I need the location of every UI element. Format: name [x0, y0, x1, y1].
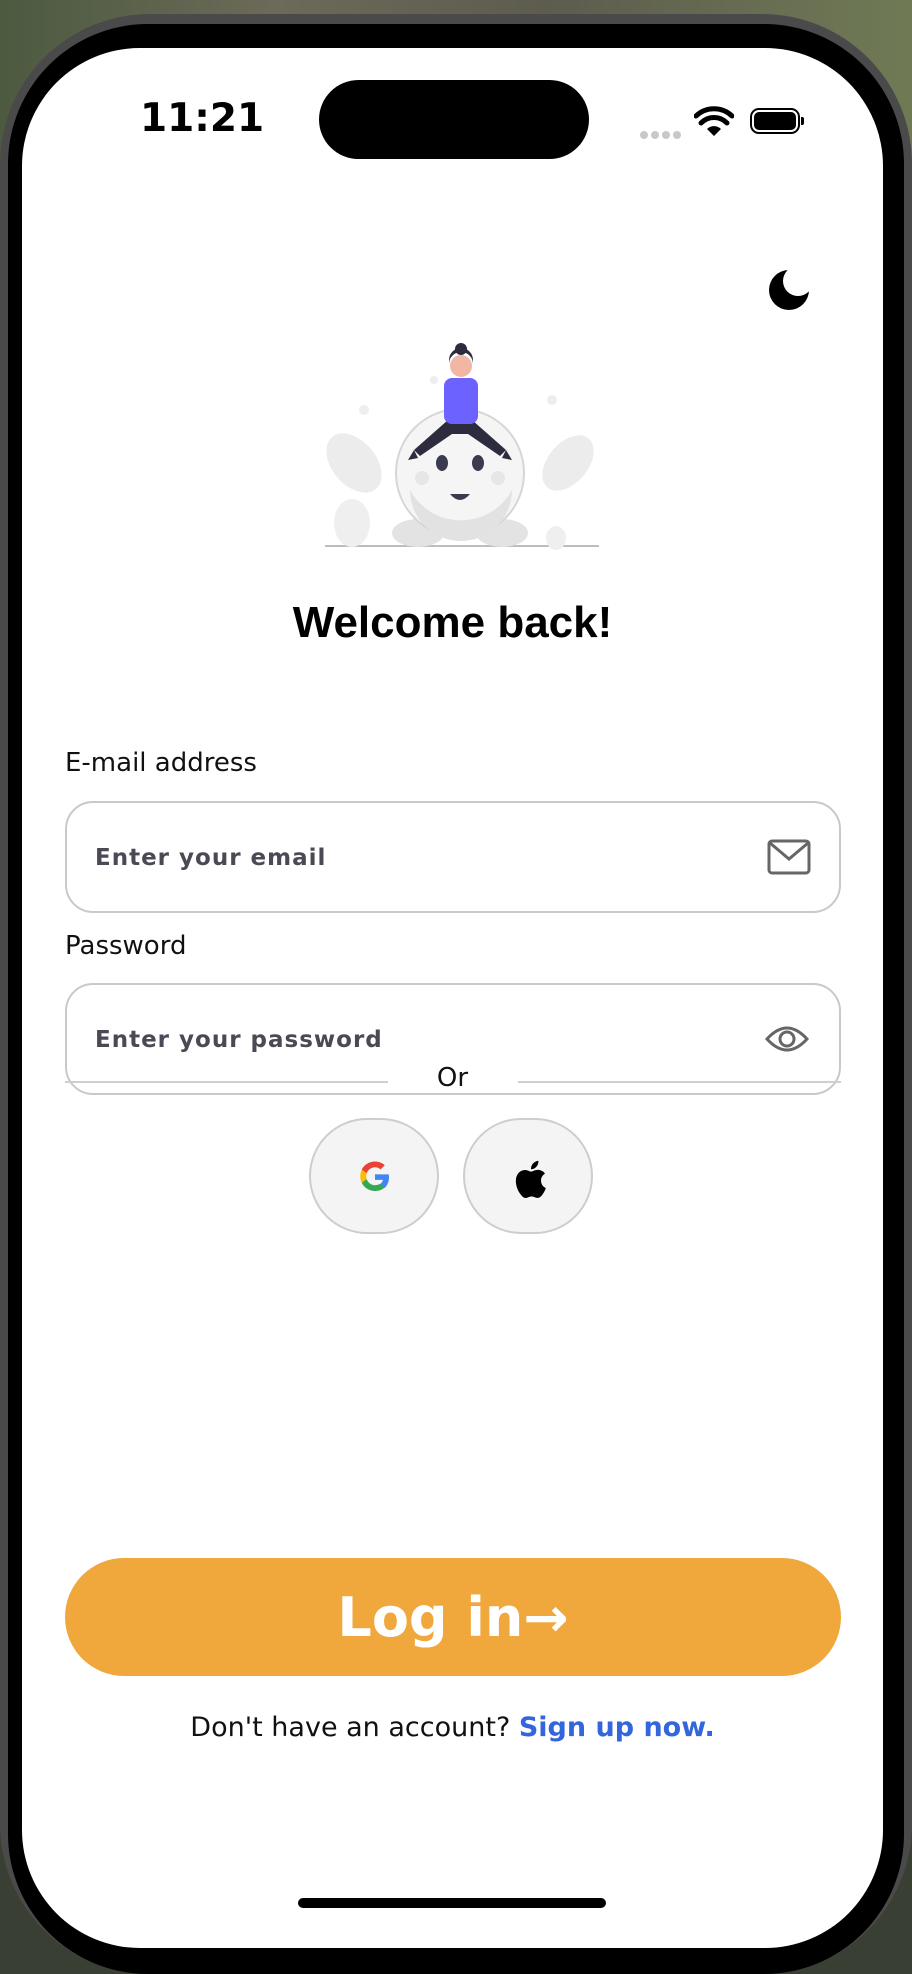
email-input[interactable]	[93, 803, 717, 913]
email-label: E-mail address	[65, 748, 257, 778]
divider-text: Or	[436, 1063, 469, 1093]
google-signin-button[interactable]	[309, 1118, 439, 1234]
mail-icon	[767, 839, 811, 875]
apple-icon	[515, 1160, 546, 1198]
signup-link[interactable]: Sign up now.	[519, 1712, 715, 1743]
password-label: Password	[65, 931, 187, 961]
eye-icon[interactable]	[763, 1019, 811, 1059]
status-time: 11:21	[140, 96, 265, 141]
page-title: Welcome back!	[292, 598, 613, 647]
moon-icon[interactable]	[767, 266, 812, 311]
cellular-signal-icon	[640, 124, 684, 139]
signup-row: Don't have an account? Sign up now.	[22, 1712, 883, 1743]
wifi-icon	[694, 106, 734, 136]
app-screen: 11:21 Welcome back! E-mail address Enter…	[22, 48, 883, 1948]
signup-prompt: Don't have an account?	[190, 1712, 519, 1743]
login-button[interactable]: Log in→	[65, 1558, 841, 1676]
divider-right	[518, 1081, 841, 1083]
battery-icon	[750, 108, 804, 134]
home-indicator[interactable]	[298, 1898, 606, 1908]
email-field-container	[65, 801, 841, 913]
apple-signin-button[interactable]	[463, 1118, 593, 1234]
person-sitting-on-moon-illustration	[325, 343, 599, 550]
dynamic-island	[319, 80, 589, 159]
google-icon	[360, 1161, 389, 1191]
